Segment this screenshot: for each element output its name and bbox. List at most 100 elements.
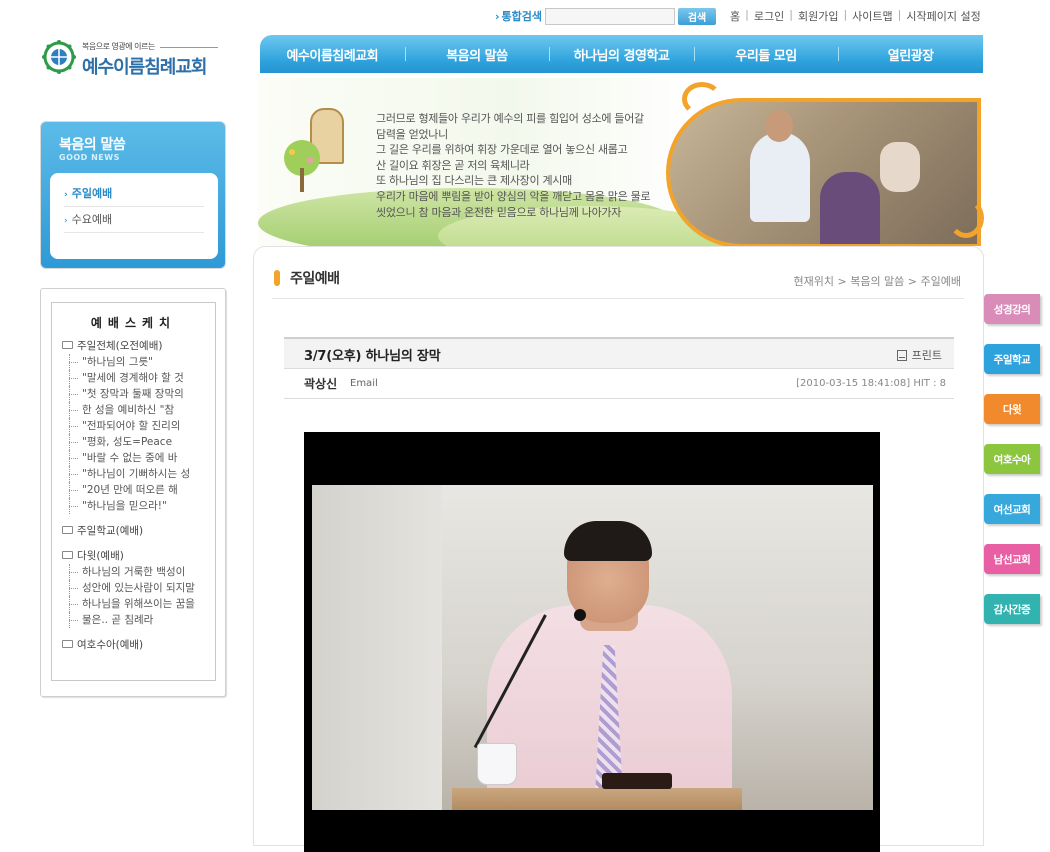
video-frame [312,485,873,810]
hero-banner: 그러므로 형제들아 우리가 예수의 피를 힘입어 성소에 들어갈 담력을 얻었나… [258,78,985,246]
scripture-line: 그 길은 우리를 위하여 휘장 가운데로 열어 놓으신 새롭고 [376,143,628,157]
divider: | [843,8,848,21]
nav-item-forum[interactable]: 열린광장 [838,45,983,64]
microphone-icon [574,609,586,621]
signup-link[interactable]: 회원가입 [798,8,838,24]
sketch-tree: 예배스케치 주일전체(오전예배) "하나님의 그릇" "말세에 경계해야 할 것… [51,302,216,681]
submenu-title: 복음의 말씀 [59,137,126,153]
tree-item[interactable]: 하나님을 위해쓰이는 꿈을 [52,596,215,612]
tree-item[interactable]: "첫 장막과 둘째 장막의 [52,386,215,402]
nav-item-school[interactable]: 하나님의 경영학교 [549,45,694,64]
photo-figure [750,132,810,222]
tree-item[interactable]: "전파되어야 할 진리의 [52,418,215,434]
tree-item[interactable]: "말세에 경계해야 할 것 [52,370,215,386]
page-title-text: 주일예배 [290,271,340,287]
scripture-line: 그러므로 형제들아 우리가 예수의 피를 힘입어 성소에 들어갈 [376,112,644,125]
page-title: 주일예배 [274,268,340,288]
sitemap-link[interactable]: 사이트맵 [852,8,892,24]
divider: | [745,8,749,21]
quicktab-joshua[interactable]: 여호수아 [984,444,1040,474]
sermon-video-player[interactable] [304,432,880,852]
scripture-line: 우리가 마음에 뿌림을 받아 양심의 악을 깨닫고 몸을 맑은 물로 [376,189,651,203]
folder-icon [62,551,73,559]
banner-tree-illustration [284,140,320,192]
home-link[interactable]: 홈 [730,8,740,24]
submenu-item-sunday[interactable]: › 주일예배 [64,181,204,207]
quicktab-david[interactable]: 다윗 [984,394,1040,424]
search-label: › 통합검색 [495,8,542,24]
tree-item[interactable]: "하나님의 그릇" [52,354,215,370]
print-button[interactable]: 프린트 [896,347,942,363]
nav-item-groups[interactable]: 우리들 모임 [693,45,839,64]
site-logo[interactable]: 복음으로 영광에 이르는 예수이름침례교회 [42,38,232,78]
login-link[interactable]: 로그인 [754,8,784,24]
cup-illustration [477,743,517,785]
print-label: 프린트 [911,349,942,362]
tree-folder[interactable]: 다윗(예배) [52,549,215,564]
main-nav: 예수이름침례교회 복음의 말씀 하나님의 경영학교 우리들 모임 열린광장 [260,35,983,73]
post-author: 곽상신 [304,377,338,391]
quicktab-womens-mission[interactable]: 여선교회 [984,494,1040,524]
folder-icon [62,526,73,534]
folder-icon [62,640,73,648]
banner-swirl-decoration [948,198,984,238]
search-label-text: 통합검색 [501,10,543,23]
tree-item[interactable]: 물은.. 곧 침례라 [52,612,215,628]
scripture-line: 씻었으니 참 마음과 온전한 믿음으로 하나님께 나아가자 [376,205,622,219]
utility-links: 홈 | 로그인 | 회원가입 | 사이트맵 | 시작페이지 설정 [730,8,981,24]
quicktab-bible-lecture[interactable]: 성경강의 [984,294,1040,324]
tree-folder[interactable]: 주일학교(예배) [52,524,215,539]
search-button[interactable]: 검색 [678,7,717,25]
tree-item[interactable]: "하나님이 기뻐하시는 성 [52,466,215,482]
video-background [312,485,442,810]
tree-folder[interactable]: 여호수아(예배) [52,638,215,653]
set-homepage-link[interactable]: 시작페이지 설정 [906,8,980,24]
post-date-hits: [2010-03-15 18:41:08] HIT : 8 [796,378,946,389]
bible-illustration [602,773,672,789]
folder-label: 주일학교(예배) [77,525,144,537]
scripture-line: 담력을 얻었나니 [376,127,448,141]
globe-logo-icon [42,40,76,74]
submenu-item-label: 주일예배 [71,187,113,200]
divider: | [789,8,793,21]
worship-sketch-panel: 예배스케치 주일전체(오전예배) "하나님의 그릇" "말세에 경계해야 할 것… [40,288,226,697]
photo-figure [880,142,920,192]
divider: | [897,8,902,21]
chevron-right-icon: › [64,190,68,200]
quicktab-testimony[interactable]: 감사간증 [984,594,1040,624]
nav-item-church[interactable]: 예수이름침례교회 [260,45,405,64]
post-meta: 곽상신 Email [2010-03-15 18:41:08] HIT : 8 [284,369,954,399]
chevron-right-icon: › [495,10,500,23]
divider [272,298,964,299]
banner-photo [666,98,981,246]
quicktab-mens-mission[interactable]: 남선교회 [984,544,1040,574]
tree-item[interactable]: "바랄 수 없는 중에 바 [52,450,215,466]
photo-figure [820,172,880,244]
photo-figure [765,110,793,142]
tree-item[interactable]: 한 성을 예비하신 "참 [52,402,215,418]
tree-item[interactable]: "평화, 성도=Peace [52,434,215,450]
submenu-item-wednesday[interactable]: › 수요예배 [64,207,204,233]
utility-bar: › 통합검색 검색 홈 | 로그인 | 회원가입 | 사이트맵 | 시작페이지 설정 [495,6,985,26]
nav-item-gospel[interactable]: 복음의 말씀 [404,45,550,64]
tree-folder[interactable]: 주일전체(오전예배) [52,339,215,354]
title-marker [274,270,280,286]
chevron-right-icon: › [64,216,68,226]
tree-item[interactable]: "20년 만에 떠오른 해 [52,482,215,498]
post-title: 3/7(오후) 하나님의 장막 [304,349,441,364]
logo-name: 예수이름침례교회 [82,57,207,78]
author-email-link[interactable]: Email [350,378,378,389]
tree-item[interactable]: "하나님을 믿으라!" [52,498,215,514]
quicktab-sunday-school[interactable]: 주일학교 [984,344,1040,374]
tree-item[interactable]: 하나님의 거룩한 백성이 [52,564,215,580]
folder-icon [62,341,73,349]
search-input[interactable] [545,7,676,25]
tree-item[interactable]: 성안에 있는사람이 되지말 [52,580,215,596]
scripture-line: 또 하나님의 집 다스리는 큰 제사장이 계시매 [376,174,572,188]
scripture-line: 산 길이요 휘장은 곧 저의 육체니라 [376,158,530,172]
submenu-subtitle: GOOD NEWS [59,153,120,162]
section-submenu: 복음의 말씀 GOOD NEWS › 주일예배 › 수요예배 [40,121,226,269]
